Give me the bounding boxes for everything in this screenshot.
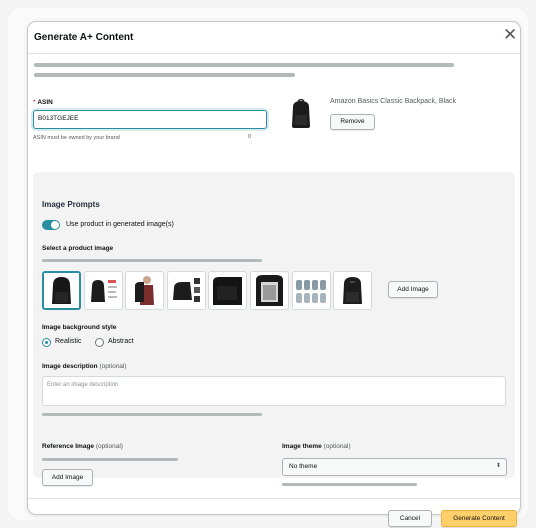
loading-placeholder-line: [42, 259, 262, 262]
optional-text: (optional): [99, 363, 127, 370]
asin-char-count: 0: [248, 134, 252, 140]
product-image-thumb[interactable]: [292, 271, 331, 310]
loading-placeholder-line: [42, 458, 178, 461]
asin-hint: ASIN must be owned by your brand: [33, 135, 120, 141]
backpack-worn-icon: [126, 272, 163, 309]
realistic-radio-label: Realistic: [55, 338, 82, 345]
backpack-interior-icon: [251, 272, 288, 309]
add-image-button[interactable]: Add Image: [388, 281, 438, 298]
product-image-thumb[interactable]: [250, 271, 289, 310]
image-theme-label: Image theme (optional): [282, 443, 351, 450]
backpack-angle-icon: [334, 272, 371, 309]
product-image-thumb[interactable]: [333, 271, 372, 310]
realistic-radio[interactable]: [42, 338, 51, 347]
image-description-label: Image description (optional): [42, 363, 127, 370]
generate-content-button[interactable]: Generate Content: [441, 510, 517, 527]
abstract-radio-label: Abstract: [108, 338, 134, 345]
optional-text: (optional): [95, 443, 123, 450]
product-name: Amazon Basics Classic Backpack, Black: [330, 98, 457, 105]
loading-placeholder-line: [42, 413, 262, 416]
product-image-thumb[interactable]: [125, 271, 164, 310]
image-theme-select[interactable]: No theme ⬍: [282, 458, 507, 476]
product-image-thumb[interactable]: [167, 271, 206, 310]
asin-input[interactable]: B013TGEJEE: [33, 110, 267, 129]
toggle-knob: [51, 221, 59, 229]
generate-content-modal: Generate A+ Content ✕ * ASIN B013TGEJEE …: [27, 21, 521, 527]
backpack-side-icon: [209, 272, 246, 309]
image-prompts-title: Image Prompts: [42, 200, 100, 209]
product-thumbnail: [284, 97, 318, 131]
optional-text: (optional): [323, 443, 351, 450]
loading-placeholder-line: [34, 73, 295, 77]
loading-placeholder-line: [34, 63, 454, 67]
image-theme-value: No theme: [289, 463, 318, 470]
product-image-thumb[interactable]: [42, 271, 81, 310]
use-product-toggle-label: Use product in generated image(s): [66, 221, 174, 228]
footer-divider: [28, 498, 520, 499]
image-description-input[interactable]: Enter an image description: [42, 376, 506, 406]
abstract-radio[interactable]: [95, 338, 104, 347]
header-divider: [28, 53, 520, 54]
image-theme-label-text: Image theme: [282, 443, 322, 450]
product-image-thumb[interactable]: [84, 271, 123, 310]
reference-image-label: Reference Image (optional): [42, 443, 123, 450]
loading-placeholder-line: [282, 483, 417, 486]
remove-button[interactable]: Remove: [330, 114, 375, 130]
cancel-button[interactable]: Cancel: [388, 510, 432, 527]
use-product-toggle[interactable]: [42, 220, 60, 230]
image-description-label-text: Image description: [42, 363, 98, 370]
reference-image-label-text: Reference Image: [42, 443, 95, 450]
backpack-icon: [284, 97, 318, 131]
backpack-features-icon: [85, 272, 122, 309]
asin-label-row: * ASIN: [33, 99, 53, 106]
backpack-grid-icon: [168, 272, 205, 309]
asin-label: ASIN: [37, 99, 53, 106]
background-style-label: Image background style: [42, 324, 117, 331]
select-product-image-label: Select a product image: [42, 245, 114, 252]
required-marker: *: [33, 99, 36, 106]
backpack-variants-icon: [293, 272, 330, 309]
close-icon[interactable]: ✕: [503, 26, 517, 43]
add-reference-image-button[interactable]: Add Image: [42, 469, 93, 486]
modal-title: Generate A+ Content: [34, 32, 134, 43]
select-caret-icon: ⬍: [495, 463, 501, 469]
product-image-thumb[interactable]: [208, 271, 247, 310]
backpack-front-icon: [44, 273, 79, 308]
